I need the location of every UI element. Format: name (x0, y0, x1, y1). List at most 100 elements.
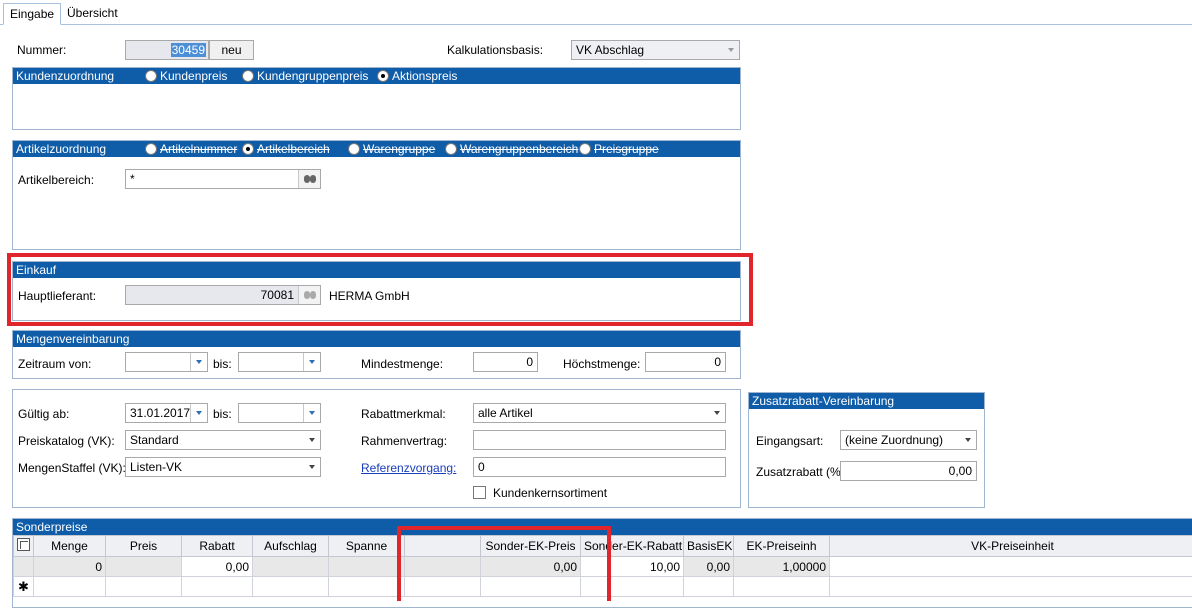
table-row[interactable]: 0 0,00 0,00 10,00 0,00 1,00000 (14, 557, 1192, 577)
preiskatalog-select[interactable]: Standard (125, 430, 321, 450)
gueltig-bis-dropdown[interactable] (303, 404, 320, 422)
radio-label: Preisgruppe (594, 142, 659, 156)
artikelbereich-lookup-button[interactable] (298, 170, 320, 188)
chevron-down-icon (309, 465, 315, 469)
zusatzrabatt-title: Zusatzrabatt-Vereinbarung (752, 394, 894, 408)
radio-circle (579, 143, 591, 155)
new-cell[interactable] (481, 577, 581, 597)
new-cell[interactable] (734, 577, 830, 597)
column-header-sonder-ek-rabatt[interactable]: Sonder-EK-Rabatt (581, 536, 684, 557)
column-header-spanne[interactable]: Spanne (329, 536, 405, 557)
artikelbereich-value: * (130, 172, 135, 186)
chevron-down-icon (196, 360, 202, 364)
chevron-down-icon (728, 48, 734, 52)
cell-menge[interactable]: 0 (34, 557, 106, 577)
zeitraum-von-date[interactable] (125, 352, 208, 372)
column-header-rabatt[interactable]: Rabatt (182, 536, 253, 557)
mindestmenge-label: Mindestmenge: (361, 357, 443, 372)
radio-artikelbereich[interactable]: Artikelbereich (242, 143, 330, 155)
radio-warengruppe[interactable]: Warengruppe (348, 143, 435, 155)
new-cell[interactable] (684, 577, 734, 597)
zeitraum-bis-dropdown[interactable] (303, 353, 320, 371)
sonderpreise-table: Menge Preis Rabatt Aufschlag Spanne Sond… (13, 535, 1192, 597)
mindestmenge-input[interactable]: 0 (473, 352, 538, 372)
tab-eingabe[interactable]: Eingabe (3, 3, 61, 25)
chevron-down-icon (309, 360, 315, 364)
eingangsart-select[interactable]: (keine Zuordnung) (840, 430, 977, 450)
column-chooser-button[interactable] (14, 536, 34, 557)
radio-circle (145, 70, 157, 82)
zeitraum-bis-date[interactable] (238, 352, 321, 372)
new-row-marker-icon: ✱ (14, 577, 34, 597)
column-header-basisek[interactable]: BasisEK (684, 536, 734, 557)
neu-button[interactable]: neu (209, 40, 254, 60)
radio-warengruppenbereich[interactable]: Warengruppenbereich (445, 143, 578, 155)
rabattmerkmal-value: alle Artikel (478, 406, 533, 420)
radio-artikelnummer[interactable]: Artikelnummer (145, 143, 237, 155)
zusatzrabatt-label: Zusatzrabatt (%): (756, 465, 848, 480)
column-header-menge[interactable]: Menge (34, 536, 106, 557)
new-cell[interactable] (830, 577, 1192, 597)
column-header-ek-preiseinh[interactable]: EK-Preiseinh (734, 536, 830, 557)
column-chooser-icon (17, 538, 30, 551)
hauptlieferant-lookup-button[interactable] (298, 286, 320, 304)
new-cell[interactable] (253, 577, 329, 597)
hauptlieferant-name: HERMA GmbH (329, 289, 410, 304)
new-cell[interactable] (34, 577, 106, 597)
radio-label: Warengruppe (363, 142, 435, 156)
cell-vk-preiseinheit[interactable] (830, 557, 1192, 577)
new-cell[interactable] (329, 577, 405, 597)
row-selector[interactable] (14, 557, 34, 577)
gueltig-ab-dropdown[interactable] (190, 404, 207, 422)
radio-label: Kundengruppenpreis (257, 69, 368, 83)
referenzvorgang-link[interactable]: Referenzvorgang: (361, 461, 456, 476)
nummer-field[interactable]: 30459 (125, 40, 209, 60)
column-header-preis[interactable]: Preis (106, 536, 182, 557)
hoechstmenge-input[interactable]: 0 (645, 352, 726, 372)
referenzvorgang-input[interactable]: 0 (473, 457, 726, 477)
column-header-aufschlag[interactable]: Aufschlag (253, 536, 329, 557)
artikelbereich-input[interactable]: * (125, 169, 321, 189)
chevron-down-icon (309, 438, 315, 442)
rabattmerkmal-select[interactable]: alle Artikel (473, 403, 726, 423)
column-header-sonder-ek-preis[interactable]: Sonder-EK-Preis (481, 536, 581, 557)
mengenvereinbarung-header: Mengenvereinbarung (13, 331, 740, 347)
table-new-row[interactable]: ✱ (14, 577, 1192, 597)
radio-preisgruppe[interactable]: Preisgruppe (579, 143, 659, 155)
zeitraum-von-dropdown[interactable] (190, 353, 207, 371)
kundenkernsortiment-checkbox[interactable] (473, 486, 486, 499)
new-cell[interactable] (182, 577, 253, 597)
kalkulationsbasis-value: VK Abschlag (576, 43, 644, 57)
zusatzrabatt-input[interactable]: 0,00 (840, 461, 977, 481)
radio-kundengruppenpreis[interactable]: Kundengruppenpreis (242, 70, 368, 82)
gueltig-ab-date[interactable]: 31.01.2017 (125, 403, 208, 423)
cell-basisek[interactable]: 0,00 (684, 557, 734, 577)
preiskatalog-label: Preiskatalog (VK): (18, 434, 115, 449)
radio-kundenpreis[interactable]: Kundenpreis (145, 70, 227, 82)
cell-sonder-ek-rabatt[interactable]: 10,00 (581, 557, 684, 577)
cell-ek-preiseinh[interactable]: 1,00000 (734, 557, 830, 577)
tab-uebersicht[interactable]: Übersicht (61, 3, 124, 25)
cell-sonder-ek-preis[interactable]: 0,00 (481, 557, 581, 577)
mengenstaffel-select[interactable]: Listen-VK (125, 457, 321, 477)
kundenzuordnung-group: Kundenzuordnung Kundenpreis Kundengruppe… (12, 67, 741, 130)
cell-spanne[interactable] (329, 557, 405, 577)
cell-aufschlag[interactable] (253, 557, 329, 577)
hauptlieferant-input[interactable]: 70081 (125, 285, 321, 305)
cell-rabatt[interactable]: 0,00 (182, 557, 253, 577)
new-cell[interactable] (405, 577, 481, 597)
gueltig-bis-label: bis: (213, 407, 232, 422)
radio-aktionspreis[interactable]: Aktionspreis (377, 70, 457, 82)
rahmenvertrag-label: Rahmenvertrag: (361, 434, 447, 449)
cell-preis[interactable] (106, 557, 182, 577)
hoechstmenge-label: Höchstmenge: (563, 357, 640, 372)
rahmenvertrag-input[interactable] (473, 430, 726, 450)
column-header-vk-preiseinheit[interactable]: VK-Preiseinheit (830, 536, 1192, 557)
new-cell[interactable] (106, 577, 182, 597)
zusatzrabatt-group: Zusatzrabatt-Vereinbarung (748, 392, 985, 508)
kalkulationsbasis-select[interactable]: VK Abschlag (571, 40, 740, 60)
new-cell[interactable] (581, 577, 684, 597)
gueltig-bis-date[interactable] (238, 403, 321, 423)
table-header-row: Menge Preis Rabatt Aufschlag Spanne Sond… (14, 536, 1192, 557)
cell-spacer (405, 557, 481, 577)
